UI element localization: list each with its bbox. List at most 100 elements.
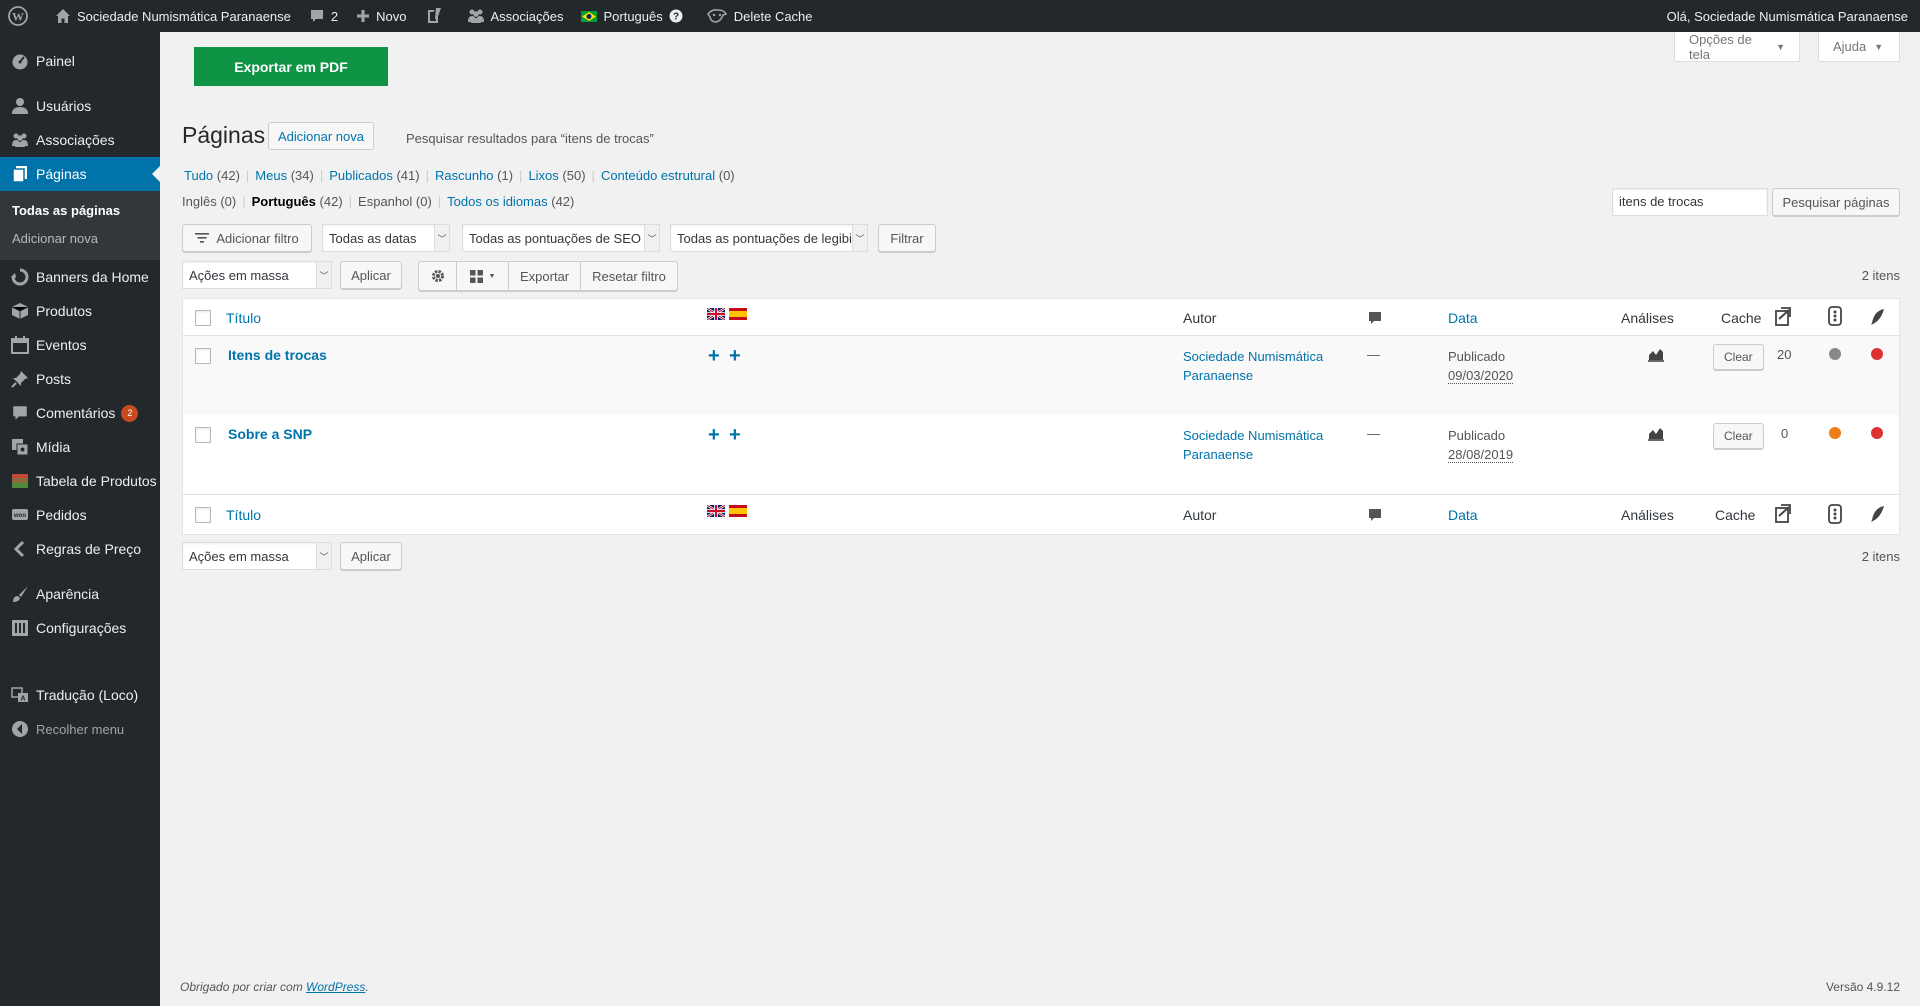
add-translation-en-icon[interactable]: + xyxy=(708,425,720,445)
readability-score-icon xyxy=(1869,505,1885,526)
row-checkbox[interactable] xyxy=(195,427,211,443)
chevron-down-icon: ﹀ xyxy=(316,543,331,569)
column-author-bottom: Autor xyxy=(1183,507,1217,523)
bulk-actions-select-bottom[interactable]: Ações em massa ﹀ xyxy=(182,542,332,570)
row-checkbox[interactable] xyxy=(195,348,211,364)
filter-all[interactable]: Tudo (42) xyxy=(184,168,240,183)
column-date-sort-bottom[interactable]: Data xyxy=(1448,507,1478,523)
submenu-all-pages[interactable]: Todas as páginas xyxy=(0,197,160,225)
menu-item-midia[interactable]: Mídia xyxy=(0,430,160,464)
export-pdf-button[interactable]: Exportar em PDF xyxy=(194,47,388,86)
filter-count: (50) xyxy=(562,168,586,183)
filter-button[interactable]: Filtrar xyxy=(878,224,936,252)
menu-item-aparencia[interactable]: Aparência xyxy=(0,577,160,611)
user-icon xyxy=(10,96,30,116)
filter-label: Português xyxy=(251,194,316,209)
row-title-link[interactable]: Itens de trocas xyxy=(228,347,327,363)
apply-button-bottom[interactable]: Aplicar xyxy=(340,542,402,570)
menu-label: Posts xyxy=(36,371,72,387)
readability-score-dot xyxy=(1871,348,1883,360)
filter-draft[interactable]: Rascunho (1) xyxy=(435,168,513,183)
yoast-menu[interactable] xyxy=(416,0,458,32)
column-date-sort[interactable]: Data xyxy=(1448,310,1478,326)
apply-button-top[interactable]: Aplicar xyxy=(340,261,402,289)
add-filter-label: Adicionar filtro xyxy=(216,230,299,246)
clear-cache-button[interactable]: Clear xyxy=(1713,344,1764,370)
menu-item-associacoes[interactable]: Associações xyxy=(0,123,160,157)
search-pages-button[interactable]: Pesquisar páginas xyxy=(1772,188,1900,216)
readability-score-select[interactable]: Todas as pontuações de legibilidade ﹀ xyxy=(670,224,868,252)
my-account-menu[interactable]: Olá, Sociedade Numismática Paranaense xyxy=(1655,0,1920,32)
menu-item-posts[interactable]: Posts xyxy=(0,362,160,396)
filter-count: (0) xyxy=(220,194,237,209)
chevron-down-icon: ﹀ xyxy=(852,225,867,251)
delete-cache-menu[interactable]: Delete Cache xyxy=(692,0,822,32)
column-title-sort[interactable]: Título xyxy=(226,310,261,326)
wp-logo-menu[interactable]: W xyxy=(0,0,46,32)
associations-menu[interactable]: Associações xyxy=(458,0,573,32)
export-label: Exportar xyxy=(520,268,570,284)
collapse-menu[interactable]: Recolher menu xyxy=(0,712,160,746)
filter-mine[interactable]: Meus (34) xyxy=(255,168,314,183)
dates-select[interactable]: Todas as datas ﹀ xyxy=(322,224,450,252)
seo-score-dot xyxy=(1829,427,1841,439)
analytics-chart-icon[interactable] xyxy=(1647,346,1665,365)
column-title-sort-bottom[interactable]: Título xyxy=(226,507,261,523)
analytics-chart-icon[interactable] xyxy=(1647,425,1665,444)
columns-dropdown-button[interactable]: ▼ xyxy=(457,262,509,290)
menu-item-configuracoes[interactable]: Configurações xyxy=(0,611,160,645)
help-toggle[interactable]: Ajuda ▼ xyxy=(1818,32,1900,62)
menu-item-paginas[interactable]: Páginas xyxy=(0,157,160,191)
menu-item-banners[interactable]: Banners da Home xyxy=(0,260,160,294)
author-link[interactable]: Sociedade Numismática Paranaense xyxy=(1183,426,1323,464)
menu-item-eventos[interactable]: Eventos xyxy=(0,328,160,362)
lang-filter-english[interactable]: Inglês (0) xyxy=(182,194,236,209)
clear-cache-button[interactable]: Clear xyxy=(1713,423,1764,449)
seo-score-select[interactable]: Todas as pontuações de SEO ﹀ xyxy=(462,224,660,252)
add-translation-es-icon[interactable]: + xyxy=(729,346,741,366)
comment-icon xyxy=(10,403,30,423)
menu-item-produtos[interactable]: Produtos xyxy=(0,294,160,328)
row-title-link[interactable]: Sobre a SNP xyxy=(228,426,312,442)
add-translation-es-icon[interactable]: + xyxy=(729,425,741,445)
search-input[interactable]: itens de trocas xyxy=(1612,188,1768,216)
wordpress-link[interactable]: WordPress xyxy=(306,980,365,994)
settings-gear-button[interactable] xyxy=(419,262,457,290)
menu-item-painel[interactable]: Painel xyxy=(0,44,160,78)
new-content-menu[interactable]: Novo xyxy=(347,0,415,32)
add-new-page-button[interactable]: Adicionar nova xyxy=(268,122,374,150)
menu-item-tabela-produtos[interactable]: Tabela de Produtos xyxy=(0,464,160,498)
site-name-menu[interactable]: Sociedade Numismática Paranaense xyxy=(46,0,300,32)
lang-filter-all[interactable]: Todos os idiomas (42) xyxy=(447,194,574,209)
screen-options-toggle[interactable]: Opções de tela ▼ xyxy=(1674,32,1800,62)
comment-bubble-icon[interactable] xyxy=(1367,507,1383,526)
lang-filter-portuguese[interactable]: Português (42) xyxy=(252,194,343,209)
reset-filter-button[interactable]: Resetar filtro xyxy=(581,262,677,290)
menu-item-traducao[interactable]: A Tradução (Loco) xyxy=(0,678,160,712)
svg-text:?: ? xyxy=(673,12,679,23)
comment-bubble-icon[interactable] xyxy=(1367,310,1383,329)
menu-item-pedidos[interactable]: woo Pedidos xyxy=(0,498,160,532)
footer-dot: . xyxy=(365,980,369,994)
outgoing-links-count: 20 xyxy=(1777,347,1792,362)
chevron-left-icon xyxy=(10,539,30,559)
export-button[interactable]: Exportar xyxy=(509,262,582,290)
language-menu[interactable]: Português ? xyxy=(572,0,691,32)
lang-filter-spanish[interactable]: Espanhol (0) xyxy=(358,194,432,209)
author-link[interactable]: Sociedade Numismática Paranaense xyxy=(1183,347,1323,385)
menu-item-usuarios[interactable]: Usuários xyxy=(0,89,160,123)
column-analytics: Análises xyxy=(1621,310,1674,326)
filter-structural[interactable]: Conteúdo estrutural (0) xyxy=(601,168,735,183)
add-filter-button[interactable]: Adicionar filtro xyxy=(182,224,312,252)
filter-trash[interactable]: Lixos (50) xyxy=(528,168,585,183)
filter-published[interactable]: Publicados (41) xyxy=(329,168,419,183)
menu-item-comentarios[interactable]: Comentários 2 xyxy=(0,396,160,430)
select-all-checkbox[interactable] xyxy=(195,310,211,326)
submenu-add-new[interactable]: Adicionar nova xyxy=(0,225,160,253)
menu-item-regras-preco[interactable]: Regras de Preço xyxy=(0,532,160,566)
comments-menu[interactable]: 2 xyxy=(300,0,347,32)
bulk-actions-select-top[interactable]: Ações em massa ﹀ xyxy=(182,261,332,289)
add-translation-en-icon[interactable]: + xyxy=(708,346,720,366)
select-all-checkbox-bottom[interactable] xyxy=(195,507,211,523)
table-header: Título Autor Data Análises Cache xyxy=(183,299,1899,336)
